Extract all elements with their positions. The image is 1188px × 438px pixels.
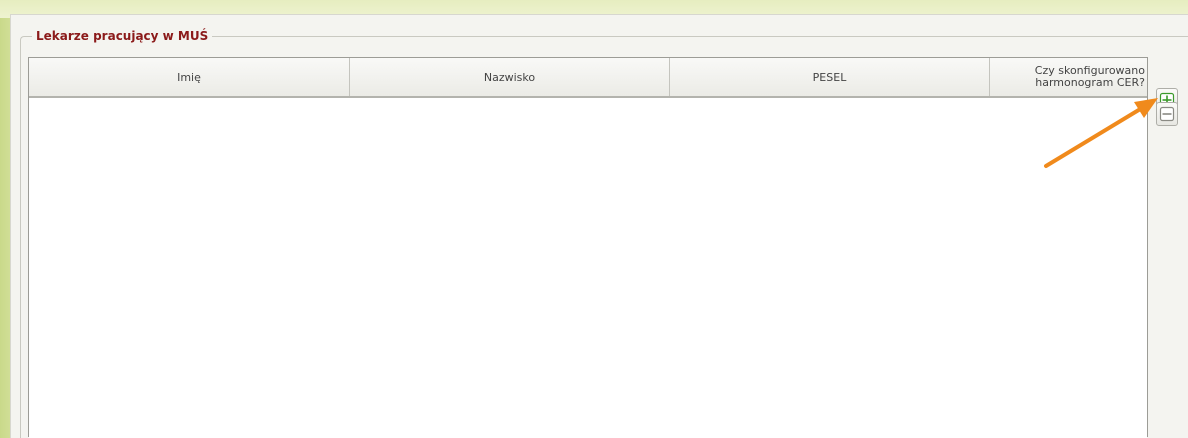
fieldset-legend: Lekarze pracujący w MUŚ: [32, 29, 213, 43]
column-header-first-name[interactable]: Imię: [29, 58, 350, 96]
column-header-pesel[interactable]: PESEL: [670, 58, 990, 96]
table-header: Imię Nazwisko PESEL Czy skonfigurowano h…: [29, 58, 1147, 98]
column-label-cer-schedule: Czy skonfigurowano harmonogram CER?: [1035, 65, 1145, 89]
column-header-last-name[interactable]: Nazwisko: [350, 58, 670, 96]
column-header-cer-schedule[interactable]: Czy skonfigurowano harmonogram CER?: [990, 58, 1147, 96]
column-label-pesel: PESEL: [812, 70, 847, 84]
column-label-last-name: Nazwisko: [483, 70, 536, 84]
column-label-cer-line2: harmonogram CER?: [1035, 76, 1145, 89]
annotation-arrow: [1044, 98, 1158, 168]
doctors-table: Imię Nazwisko PESEL Czy skonfigurowano h…: [28, 57, 1148, 438]
column-label-first-name: Imię: [177, 70, 201, 84]
table-body[interactable]: [29, 98, 1147, 438]
